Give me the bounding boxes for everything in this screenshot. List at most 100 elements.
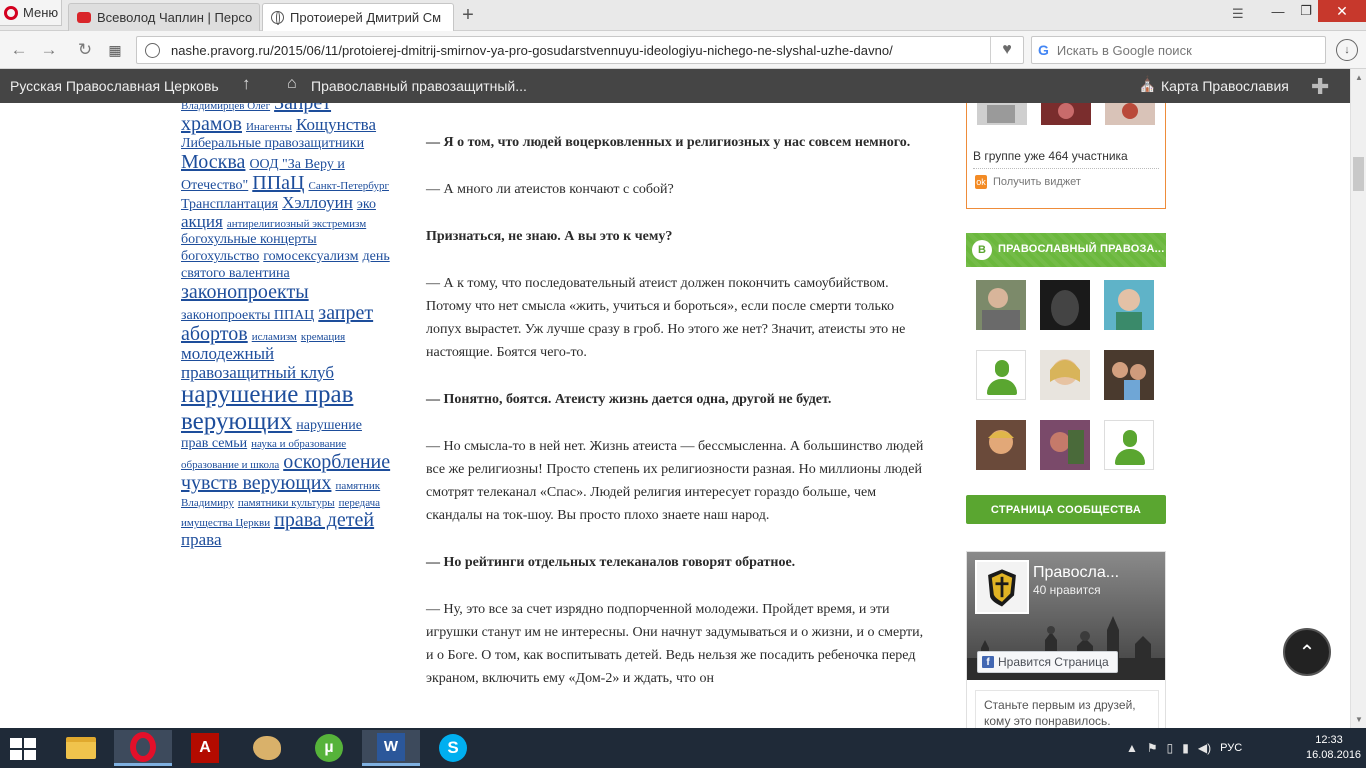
interview-answer: — А много ли атеистов кончают с собой? [426,182,674,197]
plus-cross-icon[interactable]: ✚ [1311,74,1329,100]
site-info-globe-icon[interactable] [145,43,160,58]
tag-link[interactable]: молодежный правозащитный клуб [181,344,334,382]
taskbar-skype[interactable]: S [424,730,482,766]
tag-link[interactable]: акция [181,212,223,231]
tag-link[interactable]: Инагенты [246,121,292,133]
tag-link[interactable]: богохульство [181,249,259,264]
flag-icon[interactable]: ⚑ [1147,741,1158,755]
tab-chaplin[interactable]: Всеволод Чаплин | Персо [68,3,260,31]
system-tray: ▲ ⚑ ▯ ▮ ◀) РУС [1126,728,1242,768]
member-photo[interactable] [1041,103,1091,125]
tag-link[interactable]: эко [357,197,376,212]
community-page-button[interactable]: СТРАНИЦА СООБЩЕСТВА [966,495,1166,524]
tag-link[interactable]: гомосексуализм [263,249,358,264]
like-button-label: Нравится Страница [998,655,1109,669]
tag-link[interactable]: Кощунства [296,115,376,134]
member-photo[interactable] [1104,280,1154,330]
member-placeholder-avatar[interactable] [976,350,1026,400]
address-field[interactable]: nashe.pravorg.ru/2015/06/11/protoierej-d… [136,36,1024,64]
tag-link[interactable]: антирелигиозный экстремизм [227,218,366,230]
taskbar-opera[interactable] [114,730,172,766]
bookmark-heart-icon[interactable]: ♥ [990,37,1023,63]
site-link-orthodoxy-map[interactable]: Карта Православия [1161,78,1289,94]
tab-smirnov-active[interactable]: Протоиерей Дмитрий См [262,3,454,31]
tray-expand-icon[interactable]: ▲ [1126,741,1138,755]
speed-dial-grid-icon[interactable]: ▦ [104,39,126,61]
tag-link[interactable]: Москва [181,151,245,173]
taskbar-word[interactable]: W [362,730,420,766]
taskbar-file-explorer[interactable] [52,730,110,766]
divider [973,168,1159,169]
browser-menu-button[interactable]: Меню [0,0,62,26]
tag-link[interactable]: богохульные концерты [181,232,317,248]
battery-icon[interactable]: ▯ [1167,741,1174,755]
map-icon[interactable]: ⛪ [1138,75,1157,93]
site-link-home[interactable]: Православный правозащитный... [311,78,527,94]
member-photo[interactable] [1040,350,1090,400]
search-input[interactable]: G Искать в Google поиск [1031,36,1326,64]
facebook-page-name[interactable]: Правосла... [1033,564,1119,582]
member-photo[interactable] [1040,420,1090,470]
home-icon[interactable]: ⌂ [287,75,297,93]
tag-link[interactable]: законопроекты [181,281,309,303]
downloads-icon[interactable]: ↓ [1336,39,1358,61]
get-widget-link[interactable]: Получить виджет [993,176,1081,188]
network-signal-icon[interactable]: ▮ [1182,741,1189,755]
site-link-russian-orthodox-church[interactable]: Русская Православная Церковь [10,78,219,94]
member-photo[interactable] [1105,103,1155,125]
back-arrow-icon[interactable]: ← [8,39,30,61]
facebook-page-widget: Правосла... 40 нравится f Нравится Стран… [966,551,1166,728]
url-text[interactable]: nashe.pravorg.ru/2015/06/11/protoierej-d… [171,43,893,58]
browser-menu-label: Меню [23,5,59,20]
tag-link[interactable]: Владимирцев Олег [181,103,270,112]
tag-link[interactable]: образование и школа [181,459,279,471]
taskbar-acrobat[interactable]: A [176,730,234,766]
tag-link[interactable]: Хэллоуин [282,193,353,212]
vk-widget-title[interactable]: ПРАВОСЛАВНЫЙ ПРАВОЗА... [998,243,1164,255]
tag-link[interactable]: Трансплантация [181,197,278,212]
scroll-up-icon[interactable]: ▲ [1355,73,1363,82]
forward-arrow-icon[interactable]: → [38,39,60,61]
interview-question: Признаться, не знаю. А вы это к чему? [426,229,673,244]
tag-link[interactable]: кремация [301,331,345,343]
tag-link[interactable]: памятники культуры [238,497,335,509]
clock-date: 16.08.2016 [1306,749,1362,761]
scroll-down-icon[interactable]: ▼ [1355,715,1363,724]
tag-link[interactable]: права [181,530,222,549]
scroll-to-top-button[interactable]: ⌃ [1283,628,1331,676]
vk-widget-header[interactable]: В ПРАВОСЛАВНЫЙ ПРАВОЗА... [966,233,1166,267]
taskbar-utorrent[interactable]: µ [300,730,358,766]
member-photo[interactable] [976,280,1026,330]
reload-icon[interactable]: ↻ [74,39,96,61]
member-placeholder-avatar[interactable] [1104,420,1154,470]
new-tab-button[interactable]: + [457,4,479,27]
site-top-bar: Русская Православная Церковь ↑ ⌂ Правосл… [0,69,1350,103]
member-photo[interactable] [976,420,1026,470]
tag-link[interactable]: Санкт-Петербург [308,180,388,192]
windows-start-icon[interactable] [8,736,38,762]
tag-link[interactable]: законопроекты ППАЦ [181,308,314,323]
tag-link[interactable]: наука и образование [251,438,346,450]
page-avatar-emblem[interactable] [975,560,1029,614]
member-photo[interactable] [1040,280,1090,330]
facebook-like-page-button[interactable]: f Нравится Страница [977,651,1118,673]
tag-link[interactable]: ППаЦ [252,172,304,194]
member-photo[interactable] [1104,350,1154,400]
page-scrollbar[interactable]: ▲ ▼ [1350,69,1366,728]
taskbar-paint[interactable] [238,730,296,766]
facebook-cover-image[interactable]: Правосла... 40 нравится f Нравится Стран… [967,552,1165,680]
member-photo[interactable] [977,103,1027,125]
system-clock[interactable]: 12:33 16.08.2016 [1306,733,1362,763]
tab-menu-icon[interactable]: ☰ [1232,6,1244,22]
volume-icon[interactable]: ◀) [1198,741,1211,755]
browser-tab-bar: Меню Всеволод Чаплин | Персо Протоиерей … [0,0,1366,31]
facebook-friends-note: Станьте первым из друзей, кому это понра… [975,690,1159,728]
scrollbar-thumb[interactable] [1353,157,1364,191]
google-icon: G [1038,42,1049,58]
keyboard-language[interactable]: РУС [1220,742,1242,754]
window-close-button[interactable]: ✕ [1318,0,1366,22]
tag-link[interactable]: права детей [274,509,374,531]
tag-link[interactable]: исламизм [252,331,297,343]
tag-link[interactable]: Либеральные правозащитники [181,136,364,151]
up-arrow-icon[interactable]: ↑ [242,74,251,94]
